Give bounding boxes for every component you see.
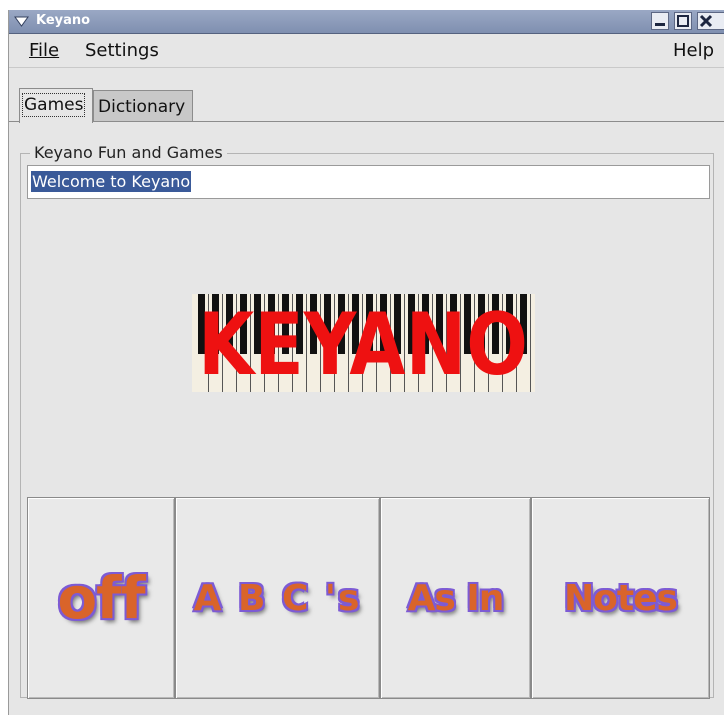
menu-file[interactable]: File [29, 40, 59, 61]
close-icon [699, 14, 713, 28]
abcs-button-label: A B C 's [193, 577, 362, 619]
minimize-button[interactable] [651, 12, 669, 30]
tab-divider [9, 121, 724, 122]
maximize-button[interactable] [674, 12, 692, 30]
window-menu-icon[interactable] [13, 12, 30, 30]
logo-text: KEYANO [198, 295, 528, 392]
tab-dictionary[interactable]: Dictionary [93, 90, 193, 121]
as-in-button[interactable]: As In [380, 497, 531, 699]
message-field[interactable]: Welcome to Keyano [27, 165, 710, 199]
title-bar[interactable]: Keyano [9, 10, 724, 34]
tab-games-label: Games [21, 93, 86, 117]
menu-file-label: File [29, 40, 60, 61]
off-button-label: off [57, 564, 145, 632]
game-buttons: off A B C 's As In Notes [27, 497, 710, 699]
minimize-icon [655, 23, 665, 26]
notes-button[interactable]: Notes [531, 497, 710, 699]
keyano-logo: KEYANO [192, 294, 535, 392]
group-title: Keyano Fun and Games [30, 143, 227, 162]
piano-key-divider [530, 294, 531, 392]
menu-help-label: Help [673, 40, 715, 61]
menu-help[interactable]: Help [673, 40, 714, 61]
notes-button-label: Notes [564, 577, 678, 619]
close-button[interactable] [697, 12, 724, 30]
maximize-icon [677, 15, 689, 27]
off-button[interactable]: off [27, 497, 175, 699]
as-in-button-label: As In [407, 577, 505, 619]
menu-settings[interactable]: Settings [85, 40, 159, 61]
tab-games[interactable]: Games [19, 88, 93, 123]
window-title: Keyano [36, 13, 91, 28]
menu-settings-label: Settings [85, 40, 159, 61]
abcs-button[interactable]: A B C 's [175, 497, 380, 699]
tab-bar: Games Dictionary [9, 68, 724, 124]
menu-bar: File Settings Help [9, 33, 724, 68]
tab-dictionary-label: Dictionary [98, 97, 186, 117]
message-text: Welcome to Keyano [31, 171, 192, 192]
